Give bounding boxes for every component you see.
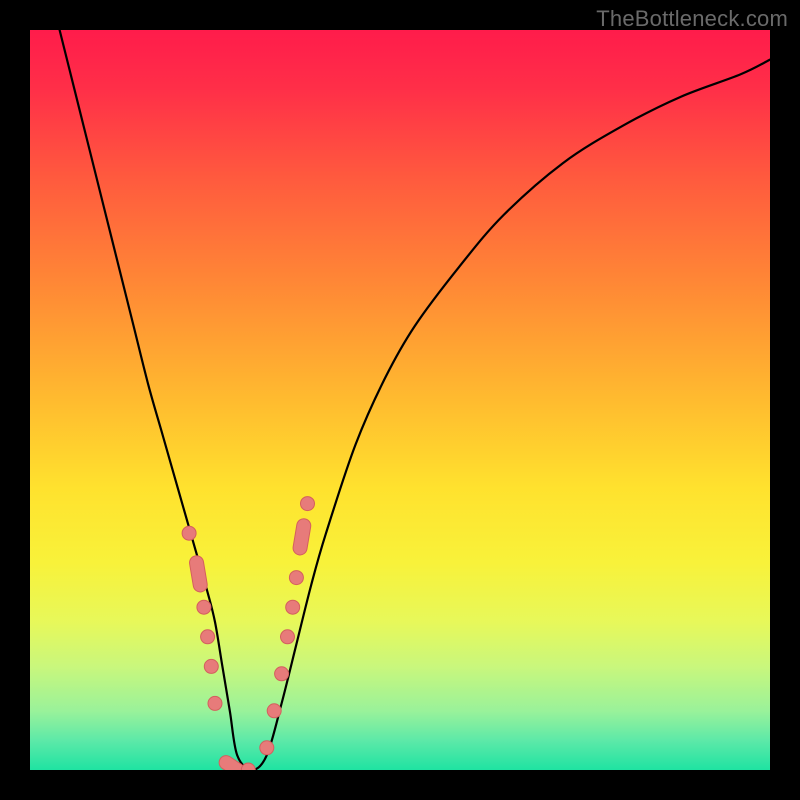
bottleneck-curve — [60, 30, 770, 770]
marker-dot — [208, 696, 222, 710]
outer-frame: TheBottleneck.com — [0, 0, 800, 800]
plot-area — [30, 30, 770, 770]
marker-dot — [201, 630, 215, 644]
marker-dot — [301, 497, 315, 511]
marker-dot — [275, 667, 289, 681]
marker-dot — [182, 526, 196, 540]
marker-dot — [267, 704, 281, 718]
marker-group — [182, 497, 314, 770]
marker-dot — [289, 571, 303, 585]
marker-pill — [292, 518, 312, 556]
marker-dot — [197, 600, 211, 614]
marker-dot — [204, 659, 218, 673]
marker-pill — [188, 555, 208, 593]
marker-dot — [281, 630, 295, 644]
watermark-label: TheBottleneck.com — [596, 6, 788, 32]
curve-layer — [30, 30, 770, 770]
marker-dot — [286, 600, 300, 614]
marker-dot — [260, 741, 274, 755]
